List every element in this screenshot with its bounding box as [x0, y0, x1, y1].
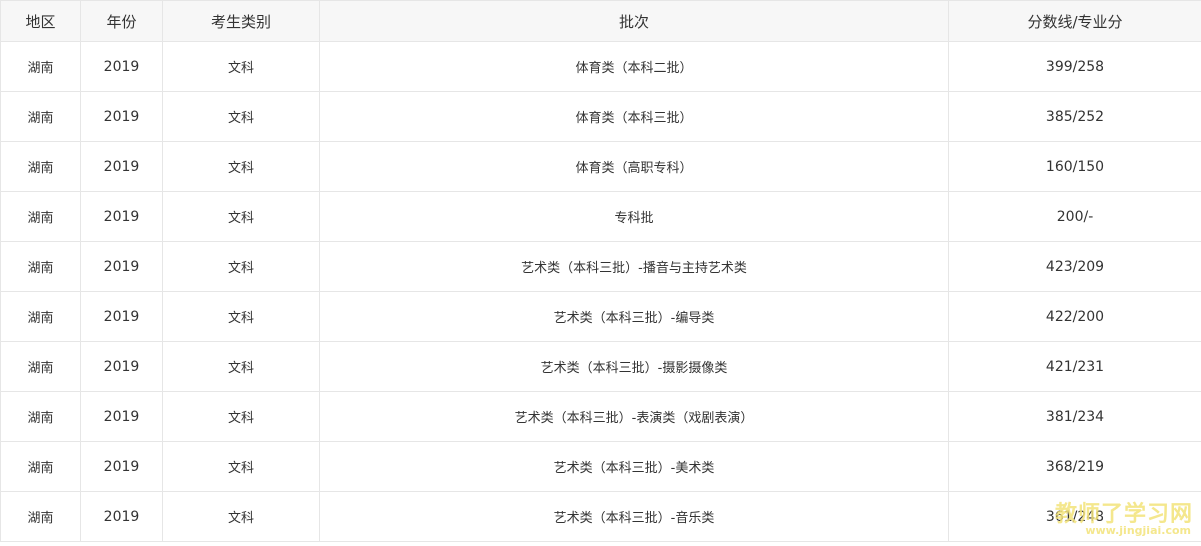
- table-row: 湖南 2019 文科 体育类（本科二批） 399/258: [0, 41, 1201, 92]
- table-row: 湖南 2019 文科 体育类（高职专科） 160/150: [0, 141, 1201, 192]
- cell-batch: 艺术类（本科三批）-编导类: [319, 291, 949, 342]
- cell-batch: 体育类（高职专科）: [319, 141, 949, 192]
- header-region: 地区: [0, 0, 81, 42]
- cell-batch: 体育类（本科二批）: [319, 41, 949, 92]
- cell-batch: 艺术类（本科三批）-美术类: [319, 441, 949, 492]
- header-batch: 批次: [319, 0, 949, 42]
- cell-batch: 体育类（本科三批）: [319, 91, 949, 142]
- score-table: 地区 年份 考生类别 批次 分数线/专业分 湖南 2019 文科 体育类（本科二批） 3…: [0, 0, 1201, 542]
- cell-year: 2019: [80, 291, 163, 342]
- table-row: 湖南 2019 文科 艺术类（本科三批）-美术类 368/219: [0, 441, 1201, 492]
- cell-candidate-type: 文科: [162, 441, 320, 492]
- cell-score: 361/248: [948, 491, 1201, 542]
- header-year: 年份: [80, 0, 163, 42]
- cell-candidate-type: 文科: [162, 491, 320, 542]
- cell-year: 2019: [80, 191, 163, 242]
- cell-score: 421/231: [948, 341, 1201, 392]
- cell-region: 湖南: [0, 41, 81, 92]
- cell-candidate-type: 文科: [162, 341, 320, 392]
- cell-candidate-type: 文科: [162, 241, 320, 292]
- cell-score: 381/234: [948, 391, 1201, 442]
- header-candidate-type: 考生类别: [162, 0, 320, 42]
- cell-candidate-type: 文科: [162, 141, 320, 192]
- cell-region: 湖南: [0, 91, 81, 142]
- cell-year: 2019: [80, 41, 163, 92]
- cell-candidate-type: 文科: [162, 191, 320, 242]
- cell-region: 湖南: [0, 141, 81, 192]
- header-row: 地区 年份 考生类别 批次 分数线/专业分: [0, 0, 1201, 42]
- table-row: 湖南 2019 文科 艺术类（本科三批）-摄影摄像类 421/231: [0, 341, 1201, 392]
- cell-score: 399/258: [948, 41, 1201, 92]
- cell-year: 2019: [80, 441, 163, 492]
- cell-candidate-type: 文科: [162, 41, 320, 92]
- table-header: 地区 年份 考生类别 批次 分数线/专业分: [0, 0, 1201, 42]
- cell-score: 422/200: [948, 291, 1201, 342]
- cell-region: 湖南: [0, 391, 81, 442]
- table-body: 湖南 2019 文科 体育类（本科二批） 399/258 湖南 2019 文科 体育类（本科三批…: [0, 41, 1201, 542]
- cell-batch: 专科批: [319, 191, 949, 242]
- cell-batch: 艺术类（本科三批）-摄影摄像类: [319, 341, 949, 392]
- cell-score: 160/150: [948, 141, 1201, 192]
- cell-region: 湖南: [0, 441, 81, 492]
- cell-region: 湖南: [0, 491, 81, 542]
- cell-score: 385/252: [948, 91, 1201, 142]
- cell-year: 2019: [80, 141, 163, 192]
- cell-year: 2019: [80, 91, 163, 142]
- cell-batch: 艺术类（本科三批）-播音与主持艺术类: [319, 241, 949, 292]
- cell-score: 423/209: [948, 241, 1201, 292]
- cell-region: 湖南: [0, 291, 81, 342]
- table-row: 湖南 2019 文科 艺术类（本科三批）-音乐类 361/248: [0, 491, 1201, 542]
- table-row: 湖南 2019 文科 艺术类（本科三批）-编导类 422/200: [0, 291, 1201, 342]
- cell-year: 2019: [80, 491, 163, 542]
- cell-region: 湖南: [0, 341, 81, 392]
- table-row: 湖南 2019 文科 艺术类（本科三批）-表演类（戏剧表演） 381/234: [0, 391, 1201, 442]
- cell-score: 200/-: [948, 191, 1201, 242]
- cell-score: 368/219: [948, 441, 1201, 492]
- cell-candidate-type: 文科: [162, 391, 320, 442]
- cell-candidate-type: 文科: [162, 291, 320, 342]
- cell-batch: 艺术类（本科三批）-表演类（戏剧表演）: [319, 391, 949, 442]
- cell-year: 2019: [80, 341, 163, 392]
- cell-year: 2019: [80, 391, 163, 442]
- cell-region: 湖南: [0, 241, 81, 292]
- cell-year: 2019: [80, 241, 163, 292]
- cell-region: 湖南: [0, 191, 81, 242]
- cell-candidate-type: 文科: [162, 91, 320, 142]
- table-row: 湖南 2019 文科 艺术类（本科三批）-播音与主持艺术类 423/209: [0, 241, 1201, 292]
- table-row: 湖南 2019 文科 体育类（本科三批） 385/252: [0, 91, 1201, 142]
- table-row: 湖南 2019 文科 专科批 200/-: [0, 191, 1201, 242]
- header-score: 分数线/专业分: [948, 0, 1201, 42]
- cell-batch: 艺术类（本科三批）-音乐类: [319, 491, 949, 542]
